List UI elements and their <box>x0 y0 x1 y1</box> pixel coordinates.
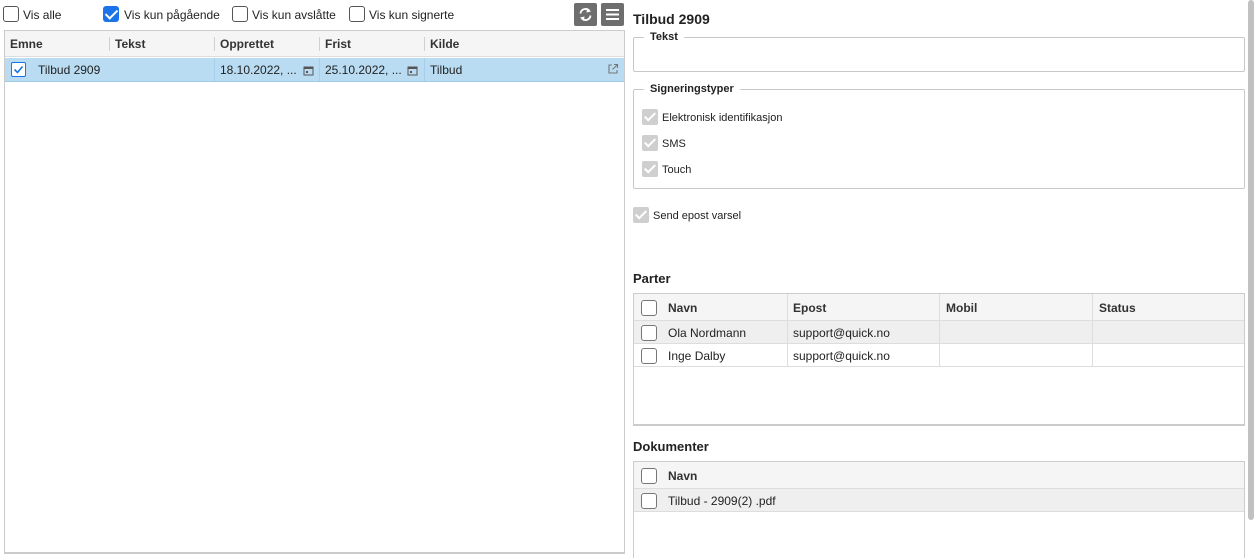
signeringstyper-legend: Signeringstyper <box>650 83 734 95</box>
party-email: support@quick.no <box>793 326 890 340</box>
vis-avslatte-label: Vis kun avslåtte <box>252 8 336 22</box>
document-name: Tilbud - 2909(2) .pdf <box>668 494 776 508</box>
vis-alle-label: Vis alle <box>23 8 62 22</box>
sign-eid-checkbox[interactable] <box>642 109 658 125</box>
row-checkbox[interactable] <box>641 348 657 364</box>
external-link-icon[interactable] <box>607 63 619 75</box>
vis-avslatte-checkbox[interactable] <box>232 6 248 22</box>
parter-col-navn[interactable]: Navn <box>668 301 697 315</box>
party-name: Ola Nordmann <box>668 326 747 340</box>
calendar-icon[interactable] <box>407 65 418 76</box>
detail-pane: Tilbud 2909 Tekst Signeringstyper Elektr… <box>628 0 1258 558</box>
col-opprettet-header[interactable]: Opprettet <box>220 37 274 51</box>
refresh-button[interactable] <box>574 3 597 26</box>
parter-grid: Navn Epost Mobil Status Ola Nordmann sup… <box>633 293 1245 426</box>
col-kilde-header[interactable]: Kilde <box>430 37 459 51</box>
table-row[interactable]: Inge Dalby support@quick.no <box>634 344 1244 367</box>
tekst-fieldset: Tekst <box>633 31 1245 72</box>
sign-sms-label: SMS <box>662 138 686 150</box>
row-opprettet: 18.10.2022, ... <box>220 63 297 77</box>
detail-title: Tilbud 2909 <box>633 11 710 27</box>
vis-pagaende-checkbox[interactable] <box>103 6 119 22</box>
vis-alle-checkbox[interactable] <box>3 6 19 22</box>
dokumenter-header: Navn <box>634 462 1244 489</box>
parter-col-mobil[interactable]: Mobil <box>946 301 977 315</box>
refresh-icon <box>579 8 592 21</box>
col-frist-header[interactable]: Frist <box>325 37 351 51</box>
sign-sms-checkbox[interactable] <box>642 135 658 151</box>
calendar-icon[interactable] <box>303 65 314 76</box>
dokumenter-title: Dokumenter <box>633 439 709 454</box>
parter-title: Parter <box>633 271 671 286</box>
col-emne-header[interactable]: Emne <box>10 37 43 51</box>
send-epost-label: Send epost varsel <box>653 210 742 222</box>
table-row[interactable]: Ola Nordmann support@quick.no <box>634 321 1244 344</box>
parter-select-all-checkbox[interactable] <box>641 300 657 316</box>
dok-col-navn[interactable]: Navn <box>668 469 697 483</box>
row-frist: 25.10.2022, ... <box>325 63 402 77</box>
row-checkbox[interactable] <box>641 493 657 509</box>
table-row[interactable]: Tilbud 2909 18.10.2022, ... 25.10.2022, … <box>5 58 624 82</box>
vis-signerte-label: Vis kun signerte <box>369 8 455 22</box>
party-name: Inge Dalby <box>668 349 726 363</box>
list-grid: Emne Tekst Opprettet Frist Kilde Tilbud … <box>4 30 625 554</box>
party-email: support@quick.no <box>793 349 890 363</box>
row-emne: Tilbud 2909 <box>38 63 101 77</box>
parter-col-epost[interactable]: Epost <box>793 301 826 315</box>
scrollbar[interactable] <box>1248 0 1254 520</box>
col-tekst-header[interactable]: Tekst <box>115 37 145 51</box>
left-pane: Vis alle Vis kun pågående Vis kun avslåt… <box>0 0 628 558</box>
parter-col-status[interactable]: Status <box>1099 301 1136 315</box>
sign-touch-label: Touch <box>662 164 692 176</box>
check-icon <box>13 65 24 74</box>
row-kilde: Tilbud <box>430 63 463 77</box>
send-epost-checkbox[interactable] <box>633 207 649 223</box>
table-row[interactable]: Tilbud - 2909(2) .pdf <box>634 489 1244 512</box>
sign-touch-checkbox[interactable] <box>642 161 658 177</box>
row-checkbox[interactable] <box>641 325 657 341</box>
vis-signerte-checkbox[interactable] <box>349 6 365 22</box>
menu-icon <box>606 9 619 20</box>
menu-button[interactable] <box>601 3 624 26</box>
tekst-legend: Tekst <box>650 31 678 43</box>
vis-pagaende-label: Vis kun pågående <box>124 8 220 22</box>
dokumenter-grid: Navn Tilbud - 2909(2) .pdf <box>633 461 1245 558</box>
list-header: Emne Tekst Opprettet Frist Kilde <box>5 31 624 57</box>
row-checkbox[interactable] <box>11 62 26 77</box>
dok-select-all-checkbox[interactable] <box>641 468 657 484</box>
signeringstyper-fieldset: Signeringstyper <box>633 83 1245 189</box>
parter-header: Navn Epost Mobil Status <box>634 294 1244 321</box>
sign-eid-label: Elektronisk identifikasjon <box>662 112 783 124</box>
